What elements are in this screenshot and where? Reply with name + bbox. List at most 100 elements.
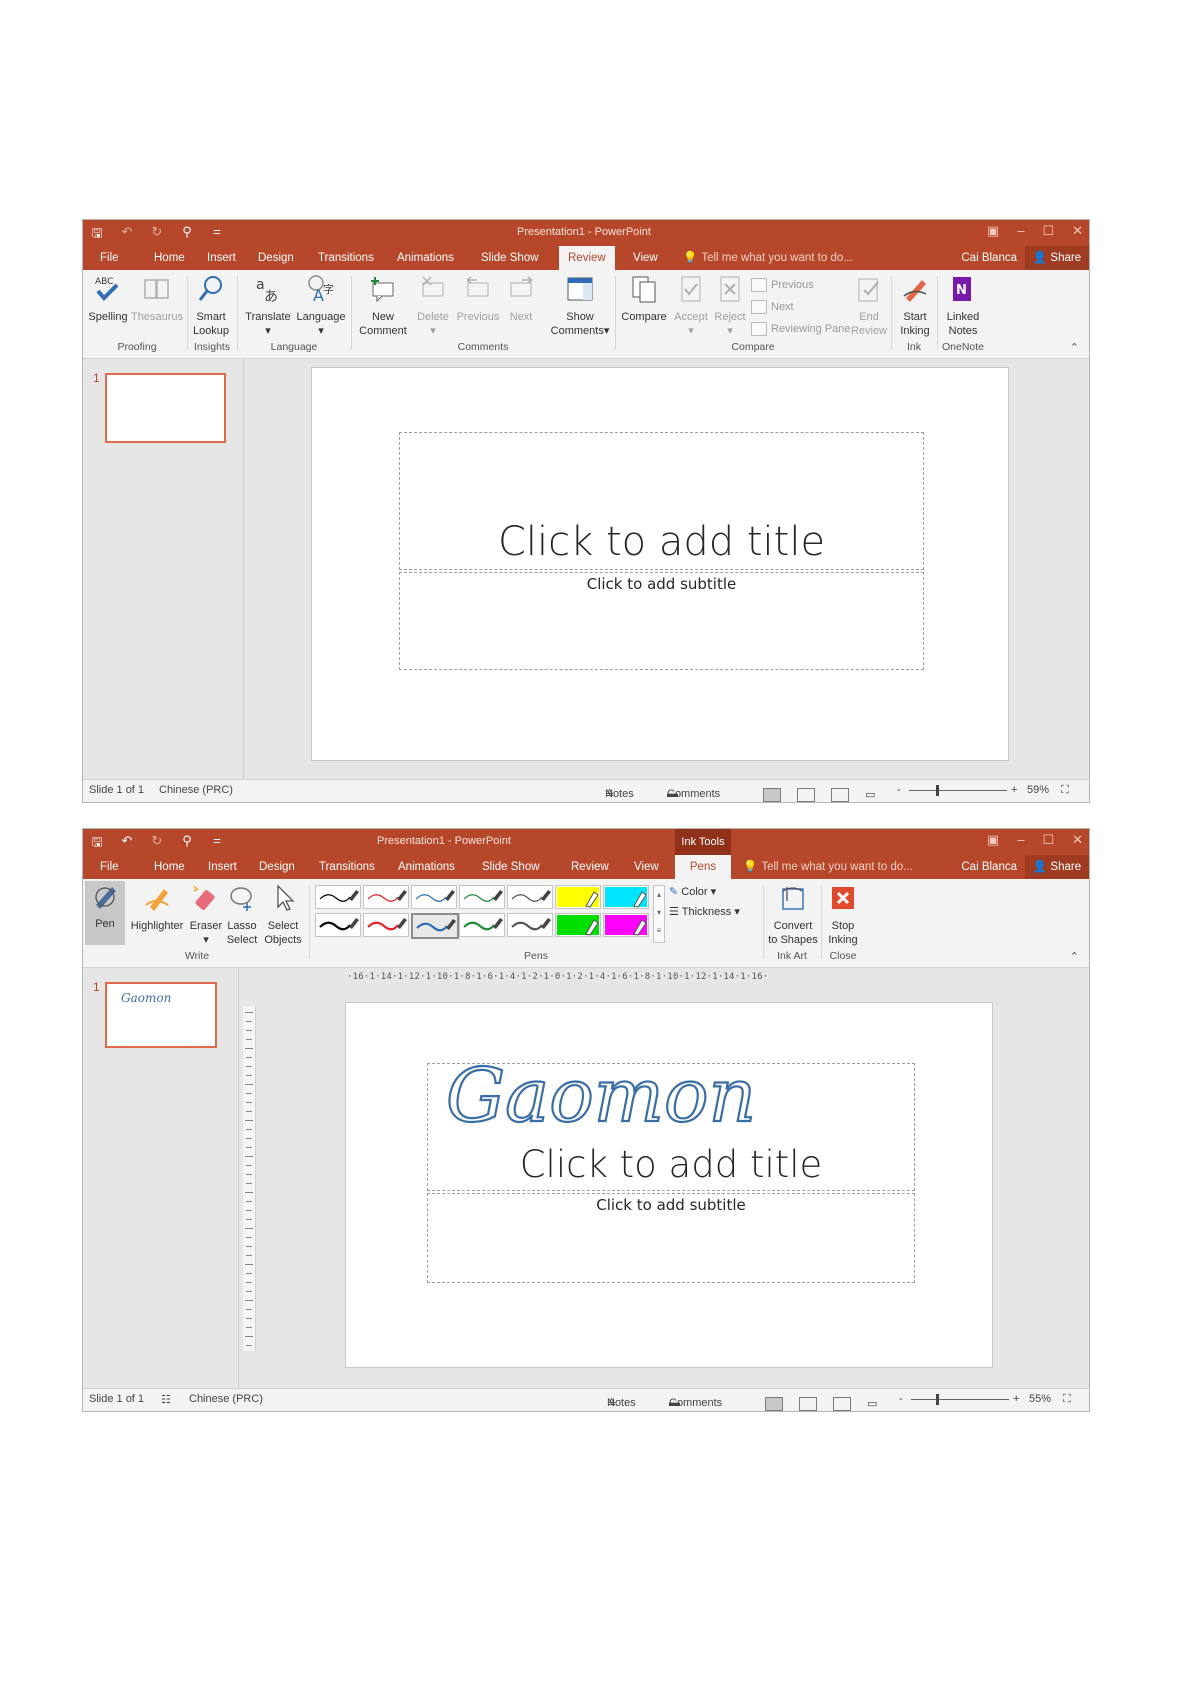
- status-language[interactable]: Chinese (PRC): [189, 1393, 263, 1405]
- tab-file[interactable]: File: [91, 855, 128, 879]
- pen-thickness-button[interactable]: ☰ Thickness ▾: [669, 905, 740, 918]
- tab-insert[interactable]: Insert: [198, 246, 245, 270]
- convert-to-shapes-button[interactable]: Convert to Shapes: [767, 883, 819, 947]
- minimize-icon[interactable]: –: [1017, 223, 1024, 239]
- next-comment-button[interactable]: Next: [503, 274, 539, 324]
- pen-swatch[interactable]: [315, 885, 361, 909]
- user-name[interactable]: Cai Blanca: [961, 246, 1017, 270]
- pen-swatch[interactable]: [555, 913, 601, 937]
- tab-slide-show[interactable]: Slide Show: [472, 246, 548, 270]
- ribbon-display-icon[interactable]: ▣: [987, 832, 999, 848]
- minimize-icon[interactable]: –: [1017, 832, 1024, 848]
- pen-swatch[interactable]: [411, 913, 459, 939]
- slide-canvas[interactable]: Click to add title Click to add subtitle…: [345, 1002, 993, 1368]
- pen-swatch[interactable]: [603, 913, 649, 937]
- redo-icon[interactable]: ↻: [149, 833, 165, 855]
- undo-icon[interactable]: ↶: [119, 833, 135, 855]
- maximize-icon[interactable]: ☐: [1042, 223, 1054, 239]
- pen-swatch[interactable]: [363, 885, 409, 909]
- tab-home[interactable]: Home: [145, 855, 194, 879]
- zoom-in-button[interactable]: +: [1013, 1393, 1019, 1405]
- language-button[interactable]: A字 Language ▾: [295, 274, 347, 338]
- pen-swatch[interactable]: [363, 913, 409, 937]
- delete-comment-button[interactable]: Delete ▾: [413, 274, 453, 338]
- smart-lookup-button[interactable]: Smart Lookup: [189, 274, 233, 338]
- gallery-more-icon[interactable]: ≡: [657, 926, 662, 935]
- pen-swatch[interactable]: [603, 885, 649, 909]
- reviewing-pane-button[interactable]: Reviewing Pane: [751, 322, 851, 336]
- pen-swatch[interactable]: [315, 913, 361, 937]
- pen-swatch[interactable]: [555, 885, 601, 909]
- user-name[interactable]: Cai Blanca: [961, 855, 1017, 879]
- pen-swatch[interactable]: [507, 885, 553, 909]
- slide-canvas[interactable]: Click to add title Click to add subtitle: [311, 367, 1009, 761]
- select-objects-button[interactable]: Select Objects: [261, 883, 305, 947]
- customize-qat-icon[interactable]: =: [209, 224, 225, 246]
- reject-button[interactable]: Reject ▾: [711, 274, 749, 338]
- lasso-select-button[interactable]: Lasso Select: [225, 883, 259, 947]
- close-icon[interactable]: ✕: [1072, 223, 1083, 239]
- touch-mode-icon[interactable]: ⚲: [179, 833, 195, 855]
- pen-swatch[interactable]: [507, 913, 553, 937]
- thesaurus-button[interactable]: Thesaurus: [131, 274, 183, 324]
- tab-design[interactable]: Design: [250, 855, 304, 879]
- show-comments-button[interactable]: Show Comments▾: [543, 274, 617, 338]
- tab-animations[interactable]: Animations: [389, 855, 464, 879]
- collapse-ribbon-icon[interactable]: ⌃: [1070, 341, 1079, 354]
- redo-icon[interactable]: ↻: [149, 224, 165, 246]
- slide-thumbnail[interactable]: Gaomon: [105, 982, 217, 1048]
- pen-swatch[interactable]: [459, 913, 505, 937]
- tab-view[interactable]: View: [625, 855, 668, 879]
- fit-to-window-icon[interactable]: ⛶: [1061, 784, 1069, 797]
- tell-me-box[interactable]: 💡 Tell me what you want to do...: [743, 855, 913, 879]
- share-button[interactable]: 👤 Share: [1025, 246, 1089, 270]
- gallery-down-icon[interactable]: ▾: [657, 908, 661, 917]
- zoom-level[interactable]: 59%: [1027, 784, 1049, 796]
- compare-previous-button[interactable]: Previous: [751, 278, 814, 292]
- compare-next-button[interactable]: Next: [751, 300, 794, 314]
- compare-button[interactable]: Compare: [619, 274, 669, 324]
- zoom-slider-thumb[interactable]: [935, 1394, 939, 1405]
- status-slide-count[interactable]: Slide 1 of 1: [89, 784, 144, 796]
- tab-review[interactable]: Review: [559, 246, 615, 270]
- zoom-slider[interactable]: [911, 1399, 1009, 1400]
- zoom-out-button[interactable]: -: [899, 1393, 903, 1405]
- close-icon[interactable]: ✕: [1072, 832, 1083, 848]
- tell-me-box[interactable]: 💡 Tell me what you want to do...: [683, 246, 853, 270]
- zoom-level[interactable]: 55%: [1029, 1393, 1051, 1405]
- stop-inking-button[interactable]: Stop Inking: [825, 883, 861, 947]
- pen-button[interactable]: Pen: [85, 881, 125, 945]
- save-icon[interactable]: 🖫: [89, 833, 105, 855]
- touch-mode-icon[interactable]: ⚲: [179, 224, 195, 246]
- tab-slide-show[interactable]: Slide Show: [473, 855, 549, 879]
- status-slide-count[interactable]: Slide 1 of 1: [89, 1393, 144, 1405]
- start-inking-button[interactable]: Start Inking: [895, 274, 935, 338]
- spelling-button[interactable]: ABC Spelling: [87, 274, 129, 324]
- new-comment-button[interactable]: New Comment: [355, 274, 411, 338]
- status-language[interactable]: Chinese (PRC): [159, 784, 233, 796]
- handwritten-ink-stroke[interactable]: Gaomon: [446, 1043, 776, 1133]
- zoom-slider[interactable]: [909, 790, 1007, 791]
- tab-insert[interactable]: Insert: [199, 855, 246, 879]
- pen-swatch[interactable]: [459, 885, 505, 909]
- ribbon-display-icon[interactable]: ▣: [987, 223, 999, 239]
- maximize-icon[interactable]: ☐: [1042, 832, 1054, 848]
- pen-color-button[interactable]: ✎ Color ▾: [669, 885, 716, 898]
- zoom-in-button[interactable]: +: [1011, 784, 1017, 796]
- share-button[interactable]: 👤 Share: [1025, 855, 1089, 879]
- pen-swatch[interactable]: [411, 885, 457, 909]
- tab-transitions[interactable]: Transitions: [309, 246, 383, 270]
- eraser-button[interactable]: Eraser ▾: [189, 883, 223, 947]
- tab-animations[interactable]: Animations: [388, 246, 463, 270]
- previous-comment-button[interactable]: Previous: [455, 274, 501, 324]
- tab-file[interactable]: File: [91, 246, 128, 270]
- gallery-up-icon[interactable]: ▴: [657, 890, 661, 899]
- title-placeholder[interactable]: Click to add title: [399, 432, 924, 570]
- slide-thumbnail[interactable]: [105, 373, 226, 443]
- end-review-button[interactable]: End Review: [849, 274, 889, 338]
- undo-icon[interactable]: ↶: [119, 224, 135, 246]
- collapse-ribbon-icon[interactable]: ⌃: [1070, 950, 1079, 963]
- tab-design[interactable]: Design: [249, 246, 303, 270]
- tab-transitions[interactable]: Transitions: [310, 855, 384, 879]
- gallery-scroll[interactable]: ▴ ▾ ≡: [653, 885, 665, 943]
